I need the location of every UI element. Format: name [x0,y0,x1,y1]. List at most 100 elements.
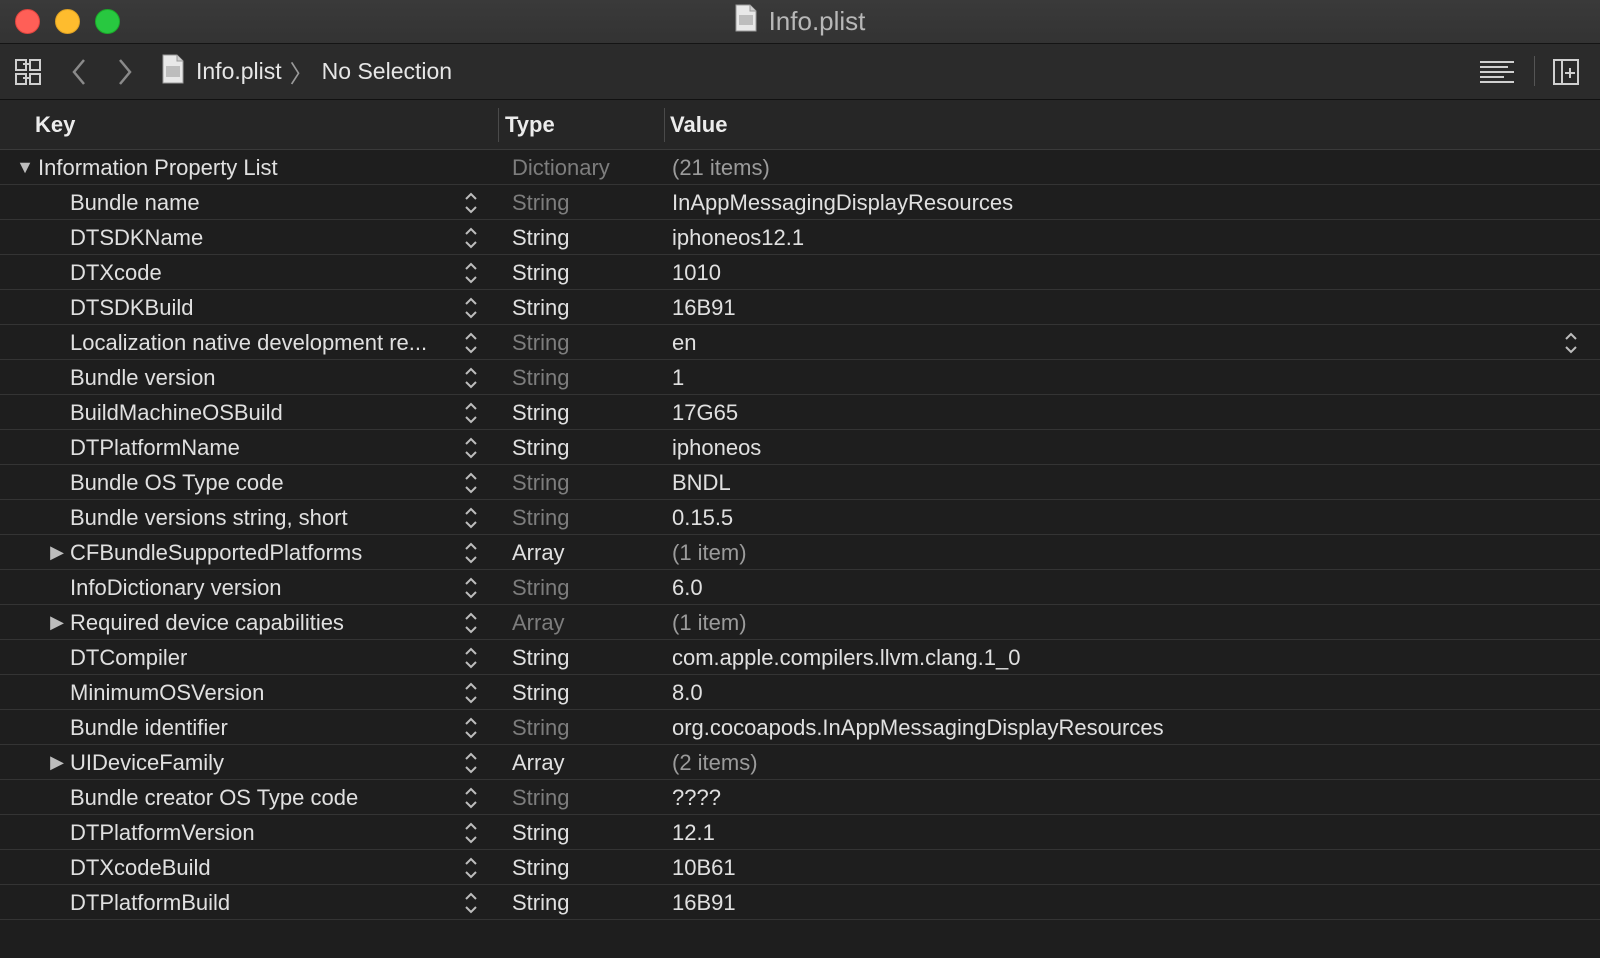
row-value[interactable]: 12.1 [672,815,1552,850]
row-key[interactable]: DTXcodeBuild [70,850,450,885]
row-type[interactable]: Array [512,535,652,570]
breadcrumb-file[interactable]: Info.plist [196,58,282,85]
add-editor-icon[interactable] [1552,44,1580,99]
row-key[interactable]: UIDeviceFamily [70,745,450,780]
row-type[interactable]: String [512,430,652,465]
key-stepper-icon[interactable] [460,710,482,745]
row-key[interactable]: Bundle OS Type code [70,465,450,500]
row-type[interactable]: String [512,465,652,500]
column-type-header[interactable]: Type [505,100,555,149]
row-type[interactable]: String [512,185,652,220]
row-value[interactable]: com.apple.compilers.llvm.clang.1_0 [672,640,1552,675]
row-value[interactable]: 17G65 [672,395,1552,430]
related-items-icon[interactable] [14,44,42,99]
row-type[interactable]: String [512,815,652,850]
back-icon[interactable] [70,44,88,99]
row-type[interactable]: String [512,780,652,815]
disclosure-collapsed-icon[interactable]: ▶ [46,745,68,780]
row-key[interactable]: DTSDKName [70,220,450,255]
row-key[interactable]: CFBundleSupportedPlatforms [70,535,450,570]
row-type[interactable]: String [512,570,652,605]
key-stepper-icon[interactable] [460,745,482,780]
row-value[interactable]: (1 item) [672,535,1552,570]
table-row[interactable]: Bundle creator OS Type code String???? [0,780,1600,815]
key-stepper-icon[interactable] [460,255,482,290]
row-key[interactable]: DTPlatformBuild [70,885,450,920]
key-stepper-icon[interactable] [460,675,482,710]
row-value[interactable]: 16B91 [672,885,1552,920]
row-type[interactable]: String [512,360,652,395]
row-value[interactable]: iphoneos12.1 [672,220,1552,255]
table-row[interactable]: BuildMachineOSBuild String 17G65 [0,395,1600,430]
key-stepper-icon[interactable] [460,640,482,675]
table-row[interactable]: DTSDKName String iphoneos12.1 [0,220,1600,255]
row-key[interactable]: Bundle identifier [70,710,450,745]
row-key[interactable]: MinimumOSVersion [70,675,450,710]
row-type[interactable]: Array [512,745,652,780]
table-row[interactable]: DTPlatformBuild String 16B91 [0,885,1600,920]
table-row[interactable]: DTPlatformName String iphoneos [0,430,1600,465]
key-stepper-icon[interactable] [460,885,482,920]
row-type[interactable]: String [512,325,652,360]
row-type[interactable]: String [512,710,652,745]
row-value[interactable]: en [672,325,1552,360]
table-row[interactable]: Bundle versions string, short String 0.15.… [0,500,1600,535]
key-stepper-icon[interactable] [460,360,482,395]
row-value[interactable]: 0.15.5 [672,500,1552,535]
row-type[interactable]: String [512,640,652,675]
row-key[interactable]: BuildMachineOSBuild [70,395,450,430]
row-value[interactable]: 10B61 [672,850,1552,885]
row-type[interactable]: String [512,255,652,290]
table-row[interactable]: DTSDKBuild String 16B91 [0,290,1600,325]
row-key[interactable]: Bundle creator OS Type code [70,780,450,815]
row-key[interactable]: DTSDKBuild [70,290,450,325]
row-type[interactable]: String [512,220,652,255]
key-stepper-icon[interactable] [460,465,482,500]
row-key[interactable]: Required device capabilities [70,605,450,640]
row-value[interactable]: InAppMessagingDisplayResources [672,185,1552,220]
table-row[interactable]: Bundle OS Type code String BNDL [0,465,1600,500]
row-value[interactable]: org.cocoapods.InAppMessagingDisplayResou… [672,710,1552,745]
table-row[interactable]: DTXcodeBuild String 10B61 [0,850,1600,885]
table-row[interactable]: Bundle version String 1 [0,360,1600,395]
row-value[interactable]: 1 [672,360,1552,395]
row-key[interactable]: InfoDictionary version [70,570,450,605]
row-type[interactable]: String [512,500,652,535]
row-type[interactable]: String [512,885,652,920]
row-key[interactable]: Information Property List [38,150,458,185]
table-row[interactable]: InfoDictionary version String 6.0 [0,570,1600,605]
row-key[interactable]: DTPlatformVersion [70,815,450,850]
key-stepper-icon[interactable] [460,325,482,360]
row-value[interactable]: iphoneos [672,430,1552,465]
column-separator[interactable] [664,108,665,142]
key-stepper-icon[interactable] [460,570,482,605]
row-type[interactable]: Array [512,605,652,640]
column-key-header[interactable]: Key [35,100,75,149]
row-key[interactable]: DTPlatformName [70,430,450,465]
table-row[interactable]: DTCompiler String com.apple.compilers.llvm… [0,640,1600,675]
table-row[interactable]: MinimumOSVersion String 8.0 [0,675,1600,710]
breadcrumb-selection[interactable]: No Selection [322,58,452,85]
row-value[interactable]: 16B91 [672,290,1552,325]
value-popup-icon[interactable] [1560,325,1582,360]
key-stepper-icon[interactable] [460,220,482,255]
table-row[interactable]: Localization native development re... Str… [0,325,1600,360]
row-key[interactable]: Bundle versions string, short [70,500,450,535]
key-stepper-icon[interactable] [460,815,482,850]
row-value[interactable]: (21 items) [672,150,1552,185]
row-value[interactable]: ???? [672,780,1552,815]
disclosure-collapsed-icon[interactable]: ▶ [46,535,68,570]
table-row[interactable]: ▶ UIDeviceFamily Array (2 items) [0,745,1600,780]
row-type[interactable]: String [512,850,652,885]
key-stepper-icon[interactable] [460,395,482,430]
table-row[interactable]: DTXcode String 1010 [0,255,1600,290]
root-row[interactable]: ▼ Information Property List Dictionary (… [0,150,1600,185]
row-value[interactable]: BNDL [672,465,1552,500]
forward-icon[interactable] [116,44,134,99]
row-value[interactable]: (1 item) [672,605,1552,640]
row-value[interactable]: (2 items) [672,745,1552,780]
key-stepper-icon[interactable] [460,535,482,570]
row-type[interactable]: String [512,290,652,325]
column-separator[interactable] [498,108,499,142]
row-type[interactable]: String [512,675,652,710]
